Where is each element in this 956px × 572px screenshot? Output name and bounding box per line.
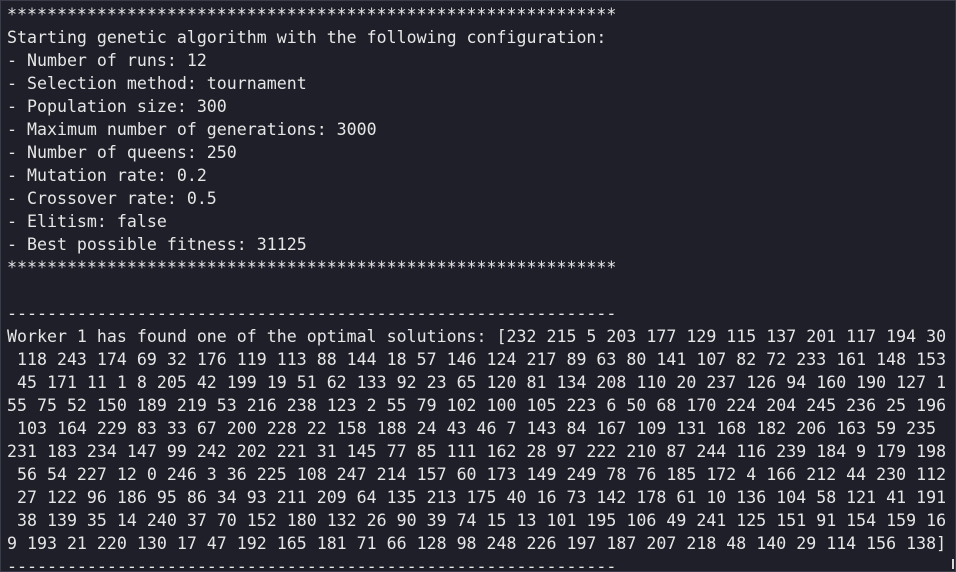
config-mutation: - Mutation rate: 0.2	[7, 166, 207, 185]
solution-line: 231 183 234 147 99 242 202 221 31 145 77…	[7, 442, 947, 461]
solution-line: 38 139 35 14 240 37 70 152 180 132 26 90…	[7, 511, 947, 530]
config-header: Starting genetic algorithm with the foll…	[7, 28, 607, 47]
solution-line: Worker 1 has found one of the optimal so…	[7, 327, 947, 346]
terminal-window[interactable]: ****************************************…	[0, 0, 956, 572]
config-selection: - Selection method: tournament	[7, 74, 307, 93]
separator-stars: ****************************************…	[7, 258, 617, 277]
solution-line: 45 171 11 1 8 205 42 199 19 51 62 133 92…	[7, 373, 947, 392]
solution-line: 118 243 174 69 32 176 119 113 88 144 18 …	[7, 350, 947, 369]
solution-line: 103 164 229 83 33 67 200 228 22 158 188 …	[7, 419, 937, 438]
separator-dashes: ----------------------------------------…	[7, 304, 617, 323]
terminal-output: ****************************************…	[1, 1, 955, 572]
config-runs: - Number of runs: 12	[7, 51, 207, 70]
separator-dashes: ----------------------------------------…	[7, 557, 617, 572]
separator-stars: ****************************************…	[7, 5, 617, 24]
solution-line: 55 75 52 150 189 219 53 216 238 123 2 55…	[7, 396, 947, 415]
config-crossover: - Crossover rate: 0.5	[7, 189, 217, 208]
cursor-marker	[952, 559, 954, 569]
config-queens: - Number of queens: 250	[7, 143, 237, 162]
config-best-fitness: - Best possible fitness: 31125	[7, 235, 307, 254]
solution-line: 56 54 227 12 0 246 3 36 225 108 247 214 …	[7, 465, 947, 484]
solution-line: 27 122 96 186 95 86 34 93 211 209 64 135…	[7, 488, 947, 507]
solution-line: 9 193 21 220 130 17 47 192 165 181 71 66…	[7, 534, 947, 553]
config-elitism: - Elitism: false	[7, 212, 167, 231]
config-generations: - Maximum number of generations: 3000	[7, 120, 377, 139]
config-population: - Population size: 300	[7, 97, 227, 116]
